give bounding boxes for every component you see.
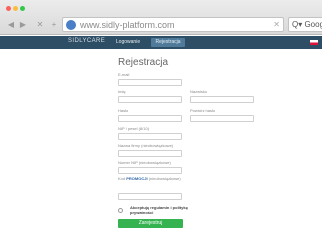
- browser-chrome: ◀ ▶ ✕ + www.sidly-platform.com ✕ Q▾ Goog…: [0, 0, 322, 35]
- nip-label: NIP / pesel (8/10): [118, 126, 150, 131]
- company-name-label: Nazwa firmy (nieobowiązkowe): [118, 143, 174, 148]
- register-button[interactable]: Zarejestruj: [118, 219, 183, 228]
- promo-code-prefix: Kod: [118, 176, 126, 181]
- polish-flag-icon[interactable]: [310, 40, 318, 45]
- window-close-dot[interactable]: [6, 6, 11, 11]
- last-name-field[interactable]: [190, 96, 254, 103]
- repeat-password-field[interactable]: [190, 115, 254, 122]
- first-name-label: Imię: [118, 89, 126, 94]
- page-title: Rejestracja: [118, 57, 169, 68]
- forward-arrow-icon[interactable]: ▶: [18, 19, 28, 30]
- promo-code-field[interactable]: [118, 193, 182, 200]
- email-field[interactable]: [118, 79, 182, 86]
- promo-code-label: Kod PROMOCJI (nieobowiązkowe): [118, 176, 181, 181]
- window-minimize-dot[interactable]: [13, 6, 18, 11]
- tab-register[interactable]: Rejestracja: [151, 38, 185, 47]
- url-text: www.sidly-platform.com: [80, 20, 175, 30]
- nip-field[interactable]: [118, 133, 182, 140]
- site-header: SIDLYCARE Logowanie Rejestracja: [0, 36, 322, 49]
- password-label: Hasło: [118, 108, 129, 113]
- globe-icon: [66, 20, 76, 30]
- window-zoom-dot[interactable]: [20, 6, 25, 11]
- new-tab-icon[interactable]: +: [49, 19, 59, 30]
- site-logo[interactable]: SIDLYCARE: [68, 38, 105, 44]
- repeat-password-label: Powtórz hasło: [190, 108, 216, 113]
- clear-url-icon[interactable]: ✕: [273, 20, 280, 29]
- company-nip-field[interactable]: [118, 167, 182, 174]
- company-nip-label: Numer NIP (nieobowiązkowe): [118, 160, 171, 165]
- password-field[interactable]: [118, 115, 182, 122]
- last-name-label: Nazwisko: [190, 89, 208, 94]
- accept-terms-checkbox[interactable]: [118, 208, 123, 213]
- search-bar[interactable]: Q▾ Googl: [288, 17, 322, 32]
- back-arrow-icon[interactable]: ◀: [6, 19, 16, 30]
- promo-code-link[interactable]: PROMOCJI: [126, 176, 147, 181]
- accept-terms-label: Akceptuję regulamin i politykę prywatnoś…: [130, 205, 188, 215]
- address-bar[interactable]: www.sidly-platform.com ✕: [62, 17, 284, 32]
- first-name-field[interactable]: [118, 96, 182, 103]
- email-label: E-mail: [118, 72, 130, 77]
- company-name-field[interactable]: [118, 150, 182, 157]
- stop-icon[interactable]: ✕: [35, 19, 45, 30]
- promo-code-suffix: (nieobowiązkowe): [148, 176, 181, 181]
- tab-login[interactable]: Logowanie: [113, 38, 143, 47]
